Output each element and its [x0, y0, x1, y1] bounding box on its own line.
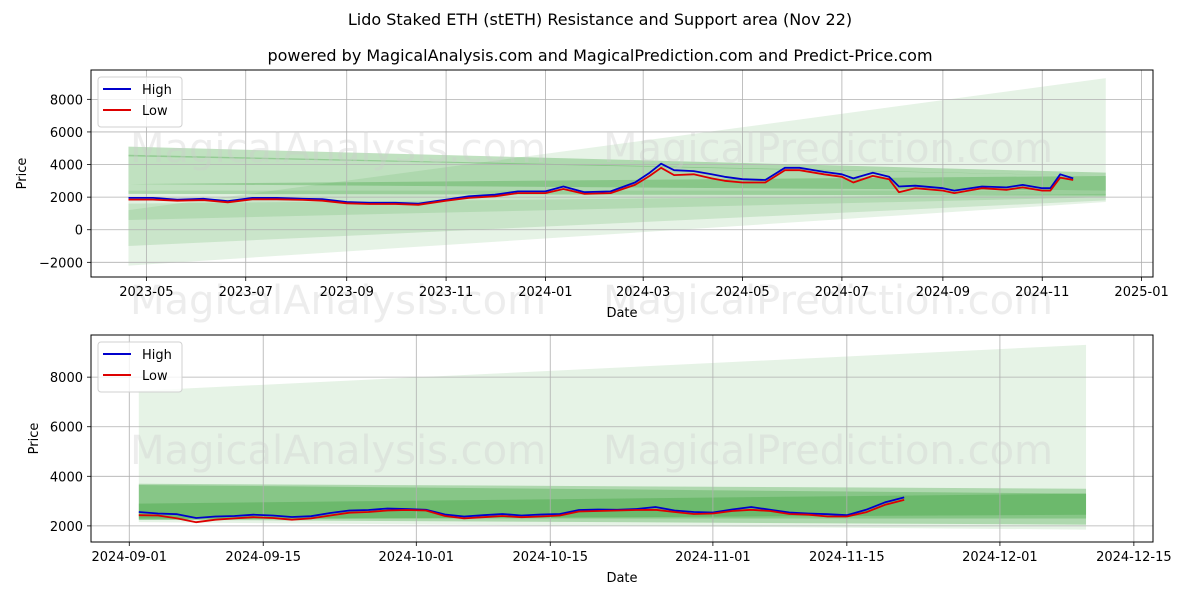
x-tick-label: 2024-09	[916, 285, 970, 300]
x-tick-label: 2023-09	[320, 285, 374, 300]
x-axis-label: Date	[606, 571, 637, 586]
x-tick-label: 2023-05	[119, 285, 173, 300]
legend-label-high: High	[142, 348, 172, 363]
x-tick-label: 2024-12-01	[962, 550, 1038, 565]
watermark-text: MagicalPrediction.com	[603, 126, 1053, 172]
y-tick-label: 0	[75, 224, 83, 239]
legend[interactable]: High Low	[97, 341, 183, 393]
y-axis-label: Price	[27, 423, 42, 455]
x-tick-label: 2024-11	[1015, 285, 1069, 300]
y-tick-label: −2000	[39, 256, 83, 271]
y-tick-label: 4000	[50, 470, 83, 485]
legend-label-high: High	[142, 83, 172, 98]
panel-full-history: MagicalAnalysis.com MagicalPrediction.com…	[15, 69, 1169, 324]
y-tick-label: 6000	[50, 126, 83, 141]
y-tick-label: 8000	[50, 371, 83, 386]
y-axis-label: Price	[15, 158, 30, 190]
x-tick-label: 2024-12-15	[1096, 550, 1172, 565]
x-tick-label: 2024-10-01	[379, 550, 455, 565]
y-tick-label: 8000	[50, 93, 83, 108]
y-tick-label: 6000	[50, 421, 83, 436]
y-tick-label: 2000	[50, 191, 83, 206]
legend-label-low: Low	[142, 104, 168, 119]
x-tick-label: 2023-07	[219, 285, 273, 300]
x-tick-label: 2024-11-01	[675, 550, 751, 565]
x-tick-label: 2024-09-15	[225, 550, 301, 565]
y-tick-label: 4000	[50, 159, 83, 174]
figure: MagicalAnalysis.com MagicalPrediction.com…	[15, 69, 1172, 586]
x-axis-label: Date	[606, 306, 637, 321]
x-tick-label: 2024-07	[815, 285, 869, 300]
x-tick-label: 2024-05	[715, 285, 769, 300]
x-tick-label: 2024-01	[518, 285, 572, 300]
watermark-text: MagicalAnalysis.com	[130, 428, 546, 474]
x-tick-label: 2024-10-15	[512, 550, 588, 565]
x-tick-label: 2023-11	[419, 285, 473, 300]
legend[interactable]: High Low	[97, 76, 183, 128]
x-tick-label: 2024-03	[616, 285, 670, 300]
x-tick-label: 2024-09-01	[91, 550, 167, 565]
watermark-text: MagicalAnalysis.com	[130, 126, 546, 172]
panel-recent-zoom: MagicalAnalysis.com MagicalPrediction.com…	[27, 334, 1172, 586]
x-tick-label: 2024-11-15	[809, 550, 885, 565]
legend-label-low: Low	[142, 369, 168, 384]
x-tick-label: 2025-01	[1114, 285, 1168, 300]
watermark-text: MagicalPrediction.com	[603, 428, 1053, 474]
y-tick-label: 2000	[50, 520, 83, 535]
